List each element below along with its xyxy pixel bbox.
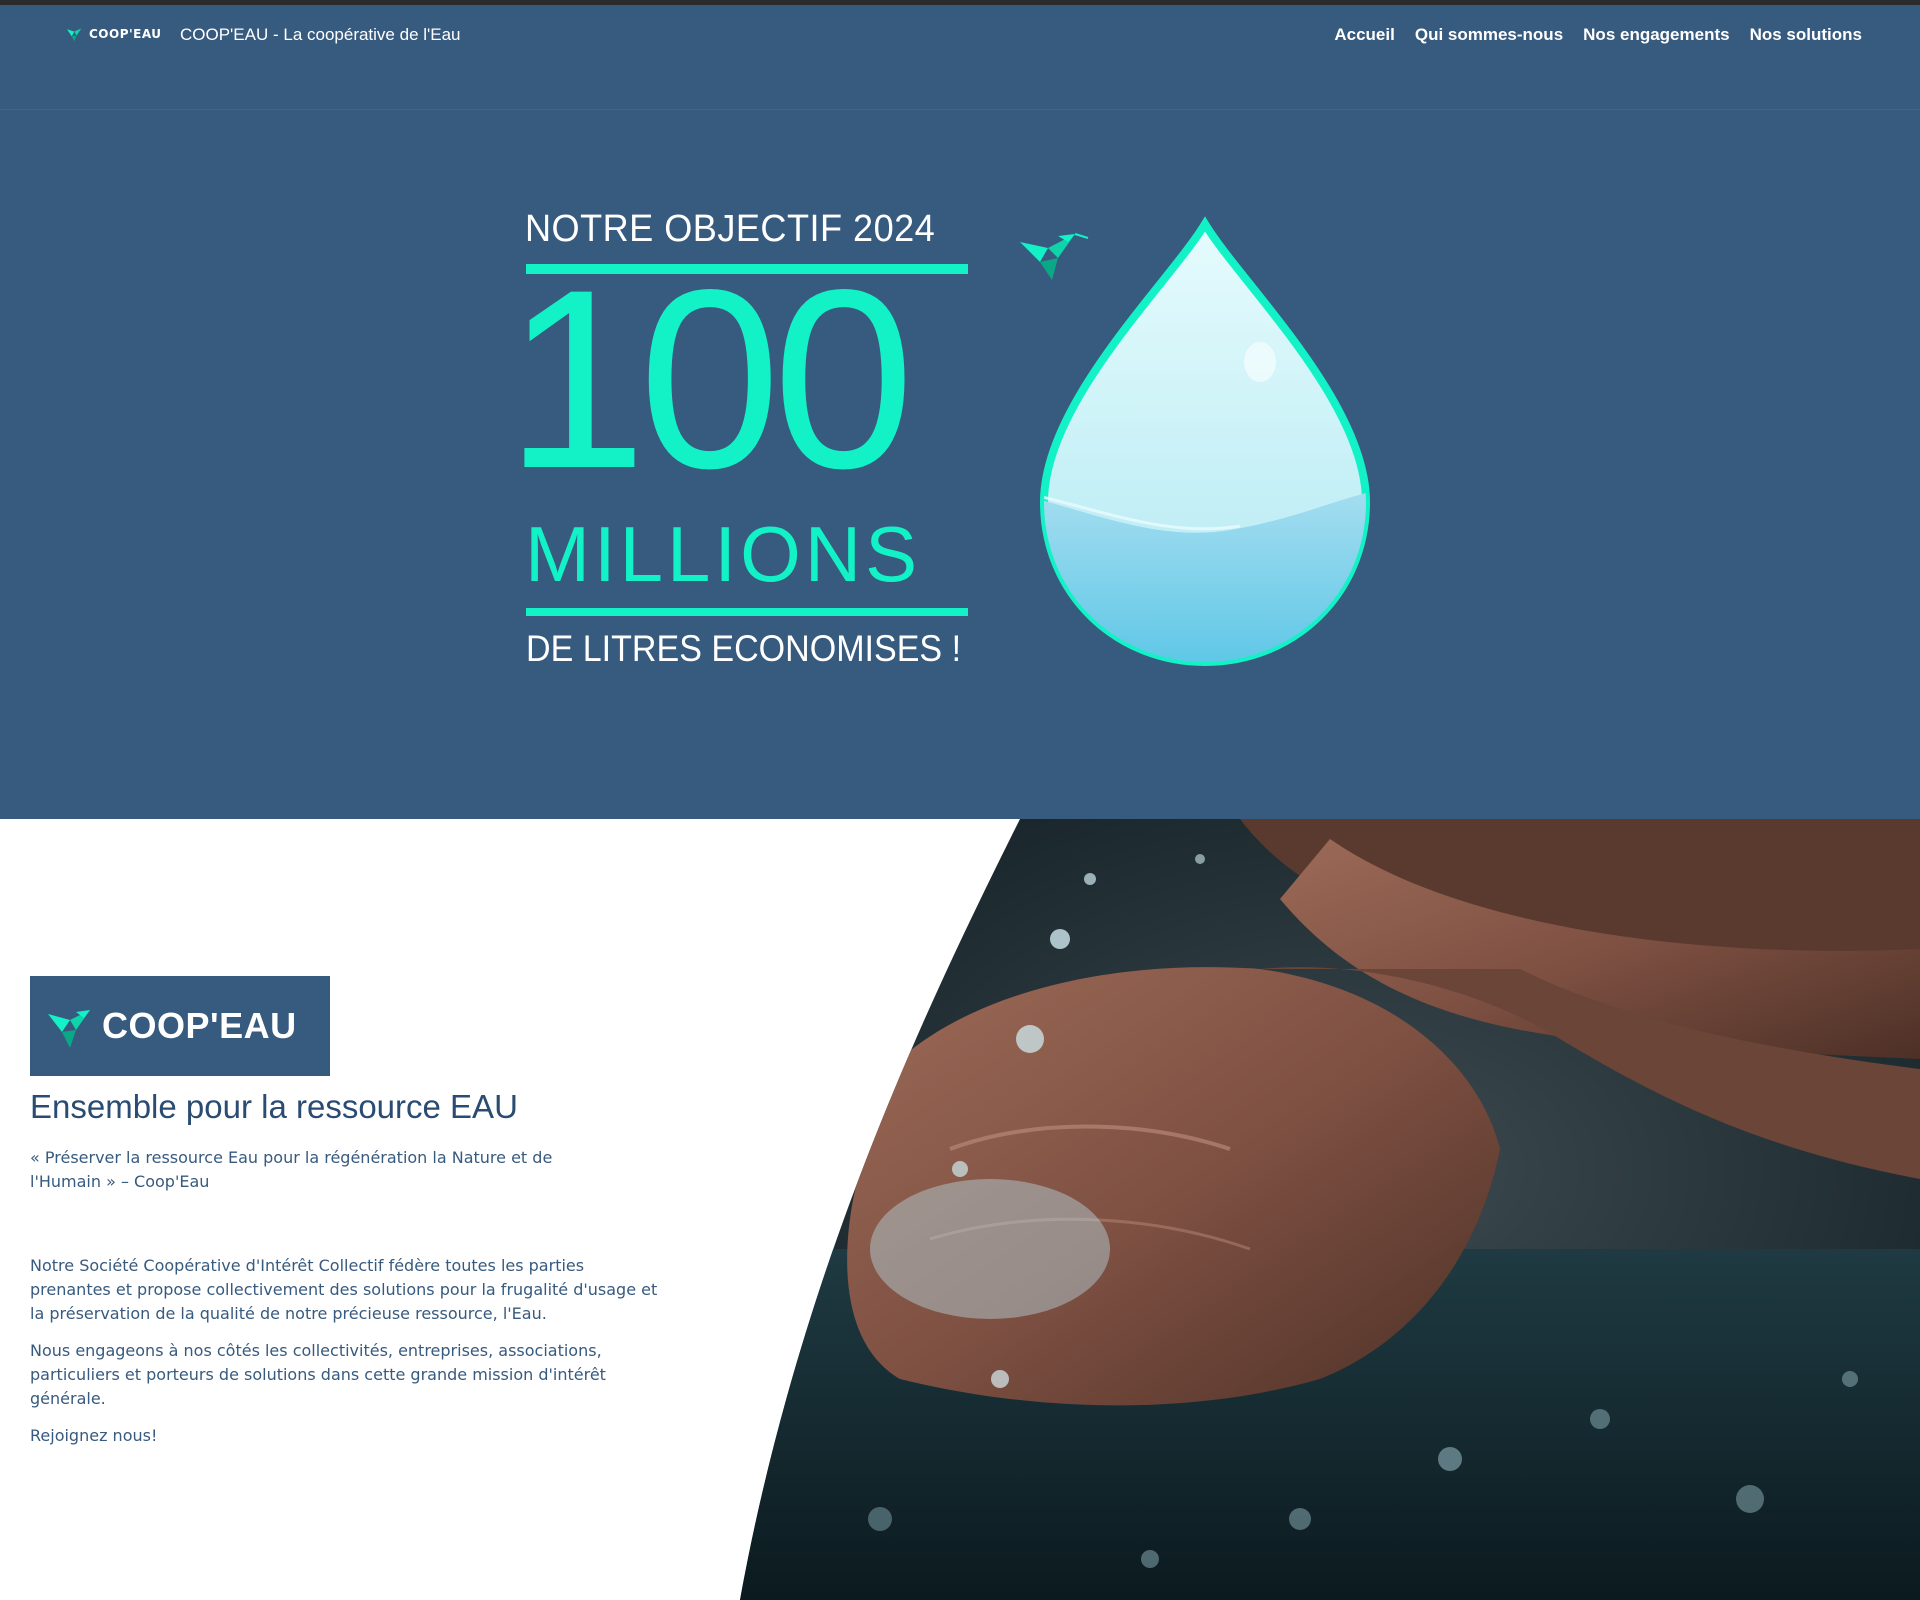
about-tagline: Ensemble pour la ressource EAU: [30, 1088, 518, 1125]
hero-unit: MILLIONS: [525, 510, 922, 598]
hero-banner: NOTRE OBJECTIF 2024 100 MILLIONS DE LITR…: [0, 109, 1920, 769]
nav-nos-solutions[interactable]: Nos solutions: [1750, 25, 1862, 45]
hero-number: 100: [505, 237, 914, 522]
header-logo-text: COOP'EAU: [89, 27, 162, 41]
about-quote: « Préserver la ressource Eau pour la rég…: [30, 1148, 553, 1191]
hero-subtitle: DE LITRES ECONOMISES !: [526, 628, 962, 669]
coopeau-logo: COOP'EAU: [30, 976, 330, 1076]
hero-divider-bottom: [526, 608, 968, 616]
site-header: COOP'EAU COOP'EAU - La coopérative de l'…: [0, 5, 1920, 109]
site-title[interactable]: COOP'EAU - La coopérative de l'Eau: [180, 25, 461, 45]
about-content: COOP'EAU Ensemble pour la ressource EAU …: [30, 976, 670, 1461]
about-paragraph: Nous engageons à nos côtés les collectiv…: [30, 1341, 606, 1408]
about-section: COOP'EAU Ensemble pour la ressource EAU …: [0, 819, 1920, 1600]
nav-nos-engagements[interactable]: Nos engagements: [1583, 25, 1729, 45]
hummingbird-icon: [67, 28, 82, 42]
water-drop-icon: [1039, 216, 1371, 667]
hummingbird-icon: [48, 1010, 90, 1048]
logo-text: COOP'EAU: [102, 1005, 297, 1046]
nav-qui-sommes-nous[interactable]: Qui sommes-nous: [1415, 25, 1563, 45]
main-nav: Accueil Qui sommes-nous Nos engagements …: [1334, 25, 1862, 45]
header-logo[interactable]: COOP'EAU: [67, 26, 162, 42]
about-cta-text: Rejoignez nous!: [30, 1426, 158, 1445]
hero-bottom-strip: [0, 767, 1920, 819]
about-paragraph: Notre Société Coopérative d'Intérêt Coll…: [30, 1256, 658, 1323]
nav-accueil[interactable]: Accueil: [1334, 25, 1394, 45]
